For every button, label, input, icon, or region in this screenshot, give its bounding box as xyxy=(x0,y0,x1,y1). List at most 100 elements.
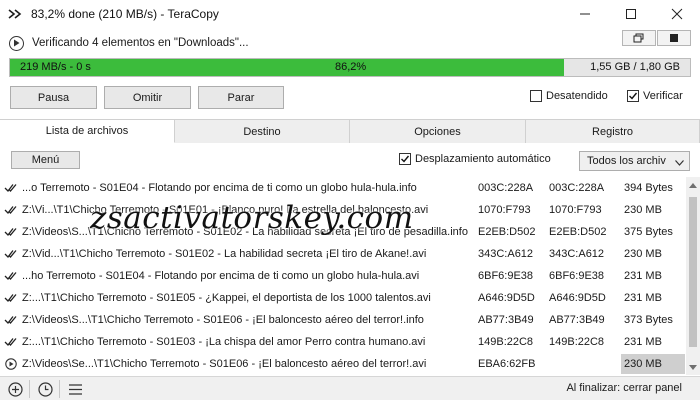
checkbox-empty-icon[interactable] xyxy=(530,90,542,102)
target-hash: 149B:22C8 xyxy=(549,336,605,348)
play-icon xyxy=(9,35,24,51)
restore-window-button[interactable] xyxy=(622,30,656,46)
pause-button[interactable]: Pausa xyxy=(10,86,97,109)
checkmark-icon xyxy=(4,182,18,194)
status-message: Verificando 4 elementos en "Downloads"..… xyxy=(32,37,249,49)
verify-label: Verificar xyxy=(643,90,683,102)
table-row[interactable]: Z:\Vid...\T1\Chicho Terremoto - S01E02 -… xyxy=(0,243,686,265)
target-hash: 1070:F793 xyxy=(549,204,602,216)
transfer-speed: 219 MB/s - 0 s xyxy=(20,61,91,73)
target-hash: 6BF6:9E38 xyxy=(549,270,605,282)
scroll-up-icon[interactable] xyxy=(689,179,697,191)
skip-button[interactable]: Omitir xyxy=(104,86,191,109)
tab-file-list[interactable]: Lista de archivos xyxy=(0,119,175,143)
unattended-label: Desatendido xyxy=(546,90,608,102)
source-hash: A646:9D5D xyxy=(478,292,535,304)
source-hash: 003C:228A xyxy=(478,182,534,194)
transfer-size: 1,55 GB / 1,80 GB xyxy=(590,61,680,73)
hamburger-menu-icon[interactable] xyxy=(67,381,83,397)
file-size: 373 Bytes xyxy=(624,314,673,326)
table-row[interactable]: Z:\Videos\Se...\T1\Chicho Terremoto - S0… xyxy=(0,353,686,375)
scrollbar-thumb[interactable] xyxy=(689,197,697,347)
file-name: Z:\Vi...\T1\Chicho Terremoto - S01E01 - … xyxy=(22,204,429,216)
progress-fill xyxy=(10,59,565,76)
file-name: Z:\Videos\Se...\T1\Chicho Terremoto - S0… xyxy=(22,358,427,370)
file-size: 231 MB xyxy=(624,270,662,282)
file-list: ...o Terremoto - S01E04 - Flotando por e… xyxy=(0,177,686,375)
source-hash: 149B:22C8 xyxy=(478,336,534,348)
source-hash: 1070:F793 xyxy=(478,204,531,216)
table-row[interactable]: Z:\Vi...\T1\Chicho Terremoto - S01E01 - … xyxy=(0,199,686,221)
tab-bar: Lista de archivos Destino Opciones Regis… xyxy=(0,119,700,143)
target-hash: 003C:228A xyxy=(549,182,605,194)
table-row[interactable]: ...ho Terremoto - S01E04 - Flotando por … xyxy=(0,265,686,287)
file-name: Z:\Videos\S...\T1\Chicho Terremoto - S01… xyxy=(22,226,468,238)
on-finish-action[interactable]: Al finalizar: cerrar panel xyxy=(566,382,682,394)
checkmark-icon xyxy=(4,270,18,282)
stop-square-button[interactable] xyxy=(657,30,691,46)
menu-button[interactable]: Menú xyxy=(11,151,80,169)
table-row[interactable]: ...o Terremoto - S01E04 - Flotando por e… xyxy=(0,177,686,199)
source-hash: 6BF6:9E38 xyxy=(478,270,534,282)
target-hash: A646:9D5D xyxy=(549,292,606,304)
unattended-checkbox[interactable]: Desatendido xyxy=(530,90,608,102)
history-icon[interactable] xyxy=(37,381,53,397)
file-name: Z:\Videos\S...\T1\Chicho Terremoto - S01… xyxy=(22,314,424,326)
checkmark-icon xyxy=(4,336,18,348)
progress-percent: 86,2% xyxy=(335,61,367,73)
autoscroll-label: Desplazamiento automático xyxy=(415,153,551,165)
teracopy-icon xyxy=(7,6,23,22)
file-name: Z:...\T1\Chicho Terremoto - S01E05 - ¿Ka… xyxy=(22,292,431,304)
file-filter-value: Todos los archiv xyxy=(587,155,666,167)
target-hash: AB77:3B49 xyxy=(549,314,605,326)
stop-button[interactable]: Parar xyxy=(198,86,284,109)
checkmark-icon xyxy=(4,292,18,304)
file-size: 230 MB xyxy=(624,204,662,216)
add-files-icon[interactable] xyxy=(7,381,23,397)
source-hash: AB77:3B49 xyxy=(478,314,534,326)
play-circle-icon xyxy=(4,358,18,370)
file-filter-dropdown[interactable]: Todos los archiv xyxy=(579,151,690,171)
list-scrollbar[interactable] xyxy=(686,177,700,375)
target-hash: E2EB:D502 xyxy=(549,226,607,238)
scroll-down-icon[interactable] xyxy=(689,361,697,373)
table-row[interactable]: Z:\Videos\S...\T1\Chicho Terremoto - S01… xyxy=(0,309,686,331)
list-toolbar: Menú Desplazamiento automático Todos los… xyxy=(0,147,700,175)
table-row[interactable]: Z:...\T1\Chicho Terremoto - S01E03 - ¡La… xyxy=(0,331,686,353)
checkmark-icon xyxy=(4,248,18,260)
target-hash: 343C:A612 xyxy=(549,248,605,260)
file-size: 231 MB xyxy=(624,292,662,304)
file-size: 375 Bytes xyxy=(624,226,673,238)
checkbox-checked-icon[interactable] xyxy=(399,153,411,165)
checkmark-icon xyxy=(4,204,18,216)
file-name: Z:\Vid...\T1\Chicho Terremoto - S01E02 -… xyxy=(22,248,427,260)
verify-checkbox[interactable]: Verificar xyxy=(627,90,683,102)
chevron-down-icon xyxy=(675,157,684,169)
checkbox-checked-icon[interactable] xyxy=(627,90,639,102)
checkmark-icon xyxy=(4,226,18,238)
source-hash: E2EB:D502 xyxy=(478,226,536,238)
tab-options[interactable]: Opciones xyxy=(350,119,526,143)
window-title: 83,2% done (210 MB/s) - TeraCopy xyxy=(31,7,219,21)
status-row: Verificando 4 elementos en "Downloads"..… xyxy=(0,30,700,56)
file-name: ...ho Terremoto - S01E04 - Flotando por … xyxy=(22,270,420,282)
file-size: 394 Bytes xyxy=(624,182,673,194)
checkmark-icon xyxy=(4,314,18,326)
minimize-button[interactable] xyxy=(562,0,608,28)
bottom-bar: Al finalizar: cerrar panel xyxy=(0,376,700,400)
file-name: Z:...\T1\Chicho Terremoto - S01E03 - ¡La… xyxy=(22,336,426,348)
toolbar-divider xyxy=(29,380,30,398)
tab-log[interactable]: Registro xyxy=(526,119,700,143)
autoscroll-checkbox[interactable]: Desplazamiento automático xyxy=(399,153,551,165)
file-name: ...o Terremoto - S01E04 - Flotando por e… xyxy=(22,182,417,194)
close-button[interactable] xyxy=(654,0,700,28)
file-size: 230 MB xyxy=(624,248,662,260)
table-row[interactable]: Z:...\T1\Chicho Terremoto - S01E05 - ¿Ka… xyxy=(0,287,686,309)
tab-destination[interactable]: Destino xyxy=(175,119,350,143)
file-size: 230 MB xyxy=(621,354,685,374)
table-row[interactable]: Z:\Videos\S...\T1\Chicho Terremoto - S01… xyxy=(0,221,686,243)
source-hash: EBA6:62FB xyxy=(478,358,536,370)
file-size: 231 MB xyxy=(624,336,662,348)
toolbar-divider xyxy=(59,380,60,398)
maximize-button[interactable] xyxy=(608,0,654,28)
